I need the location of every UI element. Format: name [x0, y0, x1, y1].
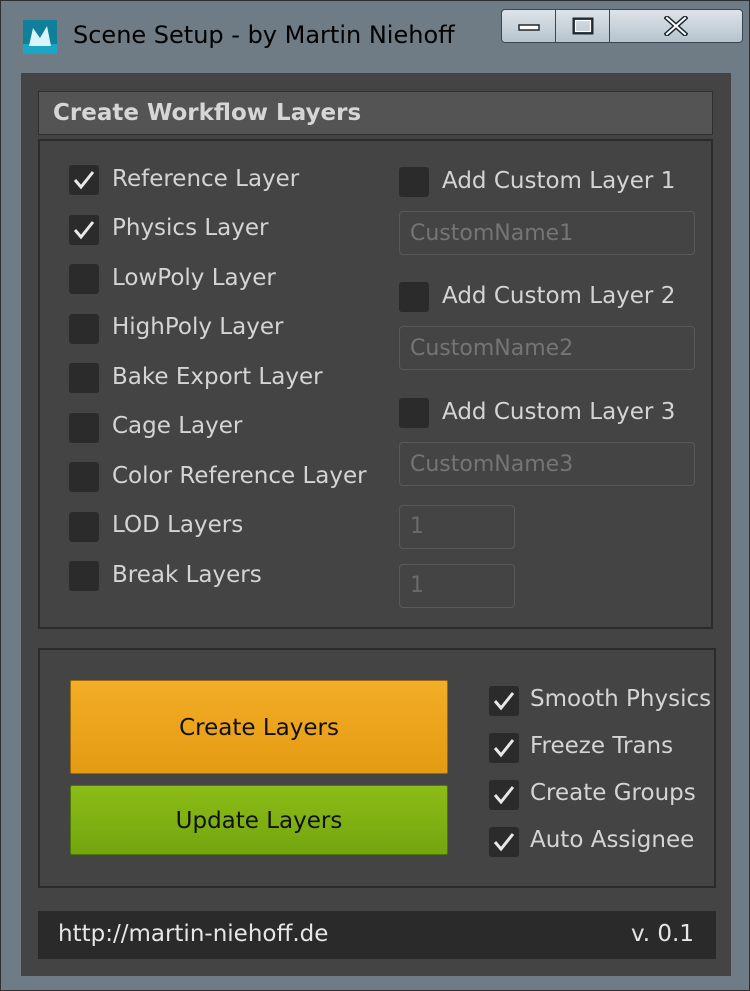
section-title: Create Workflow Layers	[53, 100, 362, 126]
title-bar[interactable]: Scene Setup - by Martin Niehoff	[1, 1, 749, 67]
checkmark-icon	[493, 692, 515, 711]
break-layers-label: Break Layers	[112, 562, 262, 588]
custom-layer-2-label: Add Custom Layer 2	[442, 283, 676, 309]
physics-layer-label: Physics Layer	[112, 215, 269, 241]
lod-layers-checkbox[interactable]	[69, 512, 99, 542]
custom-layer-1-checkbox[interactable]	[399, 167, 429, 197]
actions-panel: Create Layers Update Layers Smooth Physi…	[38, 648, 716, 888]
custom-layer-3-name-input[interactable]	[399, 442, 695, 486]
section-header[interactable]: Create Workflow Layers	[38, 91, 713, 135]
break-layers-checkbox[interactable]	[69, 561, 99, 591]
color-reference-layer-checkbox[interactable]	[69, 462, 99, 492]
bake-export-layer-checkbox[interactable]	[69, 363, 99, 393]
lod-count-field[interactable]: 1	[399, 505, 515, 549]
maximize-icon	[572, 17, 593, 35]
lowpoly-layer-label: LowPoly Layer	[112, 265, 276, 291]
color-reference-layer-label: Color Reference Layer	[112, 463, 367, 489]
version-label: v. 0.1	[630, 921, 694, 947]
custom-layer-3-label: Add Custom Layer 3	[442, 399, 676, 425]
highpoly-layer-label: HighPoly Layer	[112, 314, 284, 340]
auto-assignee-label: Auto Assignee	[530, 827, 695, 853]
website-link[interactable]: http://martin-niehoff.de	[58, 921, 328, 947]
lod-layers-label: LOD Layers	[112, 512, 244, 538]
create-groups-label: Create Groups	[530, 780, 696, 806]
close-button[interactable]	[609, 9, 743, 43]
checkmark-icon	[493, 786, 515, 805]
maximize-button[interactable]	[555, 9, 610, 43]
minimize-icon	[517, 24, 540, 31]
smooth-physics-label: Smooth Physics	[530, 686, 712, 712]
auto-assignee-checkbox[interactable]	[489, 827, 519, 857]
minimize-button[interactable]	[501, 9, 556, 43]
checkmark-icon	[73, 171, 95, 190]
create-layers-button[interactable]: Create Layers	[70, 680, 448, 774]
reference-layer-checkbox[interactable]	[69, 165, 99, 195]
physics-layer-checkbox[interactable]	[69, 215, 99, 245]
checkmark-icon	[493, 739, 515, 758]
layers-panel: Reference Layer Physics Layer LowPoly La…	[38, 139, 713, 629]
client-area: Create Workflow Layers Reference Layer P…	[21, 73, 731, 976]
custom-layer-3-checkbox[interactable]	[399, 398, 429, 428]
checkmark-icon	[493, 833, 515, 852]
create-groups-checkbox[interactable]	[489, 780, 519, 810]
custom-layer-2-checkbox[interactable]	[399, 282, 429, 312]
freeze-trans-checkbox[interactable]	[489, 733, 519, 763]
lowpoly-layer-checkbox[interactable]	[69, 264, 99, 294]
custom-layer-1-label: Add Custom Layer 1	[442, 168, 676, 194]
close-icon	[664, 16, 688, 36]
smooth-physics-checkbox[interactable]	[489, 686, 519, 716]
footer-bar: http://martin-niehoff.de v. 0.1	[38, 911, 716, 959]
app-window: Scene Setup - by Martin Niehoff Create W…	[0, 0, 750, 991]
reference-layer-label: Reference Layer	[112, 166, 300, 192]
break-count-field[interactable]: 1	[399, 564, 515, 608]
custom-layer-2-name-input[interactable]	[399, 326, 695, 370]
cage-layer-checkbox[interactable]	[69, 413, 99, 443]
custom-layer-1-name-input[interactable]	[399, 211, 695, 255]
checkmark-icon	[73, 221, 95, 240]
window-title: Scene Setup - by Martin Niehoff	[73, 21, 455, 49]
freeze-trans-label: Freeze Trans	[530, 733, 674, 759]
bake-export-layer-label: Bake Export Layer	[112, 364, 323, 390]
app-logo-icon	[23, 20, 57, 54]
cage-layer-label: Cage Layer	[112, 413, 243, 439]
highpoly-layer-checkbox[interactable]	[69, 314, 99, 344]
update-layers-button[interactable]: Update Layers	[70, 785, 448, 855]
